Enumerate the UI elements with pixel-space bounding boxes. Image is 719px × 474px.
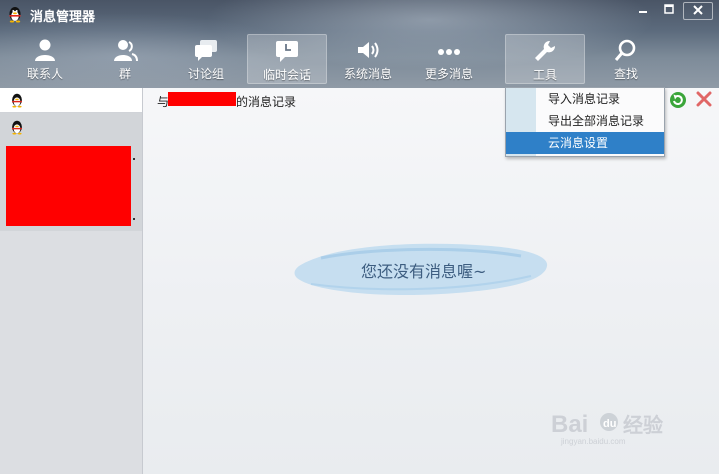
menu-item-export-all[interactable]: 导出全部消息记录	[506, 110, 664, 132]
record-suffix: 的消息记录	[236, 95, 297, 109]
tab-label: 系统消息	[343, 67, 392, 81]
svg-text:du: du	[603, 418, 616, 430]
tab-discussion[interactable]: 讨论组	[166, 34, 246, 84]
redaction-block	[168, 92, 236, 106]
menu-item-label: 云消息设置	[548, 136, 609, 150]
tab-more-messages[interactable]: 更多消息	[409, 34, 489, 84]
tab-label: 联系人	[26, 67, 63, 81]
tab-search[interactable]: 查找	[586, 34, 666, 84]
tab-label: 工具	[532, 68, 557, 82]
discussion-icon	[195, 40, 217, 61]
menu-item-label: 导入消息记录	[548, 92, 621, 106]
tab-groups[interactable]: 群	[85, 34, 165, 84]
menu-item-cloud-settings[interactable]: 云消息设置	[506, 132, 664, 154]
svg-text:jingyan.baidu.com: jingyan.baidu.com	[560, 437, 626, 446]
separator-dot	[133, 218, 135, 220]
temp-chat-icon	[276, 41, 298, 62]
speaker-icon	[358, 42, 379, 58]
qq-penguin-icon	[12, 93, 22, 108]
message-manager-window: 消息管理器 联系人 群 讨论组 临时会话 系统消息 更多消息 工具 查找 与 的…	[0, 0, 719, 474]
more-icon	[438, 49, 460, 55]
close-icon	[693, 5, 703, 15]
tab-label: 临时会话	[262, 68, 311, 82]
minimize-button[interactable]	[631, 2, 655, 20]
empty-message: 您还没有消息喔~	[361, 262, 487, 281]
tab-temp-chat[interactable]: 临时会话	[247, 34, 327, 84]
minimize-icon	[639, 11, 647, 13]
search-icon	[614, 39, 636, 61]
menu-item-label: 导出全部消息记录	[548, 114, 645, 128]
window-controls	[631, 2, 713, 20]
tab-label: 群	[118, 67, 131, 81]
tab-system-messages[interactable]: 系统消息	[328, 34, 408, 84]
header: 消息管理器 联系人 群 讨论组 临时会话 系统消息 更多消息 工具 查找	[0, 0, 719, 88]
maximize-button[interactable]	[657, 2, 681, 20]
svg-text:经验: 经验	[623, 413, 663, 437]
baidu-logo: Bai du 经验 jingyan.baidu.com	[551, 411, 663, 446]
tab-label: 更多消息	[424, 67, 473, 81]
menu-item-import[interactable]: 导入消息记录	[506, 88, 664, 110]
tab-contacts[interactable]: 联系人	[5, 34, 85, 84]
list-item[interactable]	[0, 88, 142, 113]
tab-label: 讨论组	[187, 67, 224, 81]
separator-dot	[133, 158, 135, 160]
qq-penguin-icon	[9, 7, 21, 23]
tab-label: 查找	[613, 67, 638, 81]
wrench-icon	[535, 40, 556, 61]
tools-dropdown-menu: 导入消息记录 导出全部消息记录 云消息设置	[505, 87, 665, 157]
tab-tools[interactable]: 工具	[505, 34, 585, 84]
toolbar: 联系人 群 讨论组 临时会话 系统消息 更多消息 工具 查找	[0, 30, 719, 86]
refresh-icon[interactable]	[669, 91, 687, 109]
close-button[interactable]	[683, 2, 713, 20]
svg-text:Bai: Bai	[551, 411, 588, 438]
window-title: 消息管理器	[30, 10, 96, 25]
baidu-watermark: Bai du 经验 jingyan.baidu.com	[551, 406, 711, 446]
empty-state: 您还没有消息喔~	[291, 236, 553, 300]
delete-icon[interactable]	[696, 91, 712, 107]
conversation-list	[0, 88, 143, 474]
qq-penguin-icon	[12, 120, 22, 135]
maximize-icon	[664, 4, 674, 14]
person-icon	[35, 39, 55, 61]
redaction-block	[6, 146, 131, 226]
group-icon	[114, 40, 138, 62]
